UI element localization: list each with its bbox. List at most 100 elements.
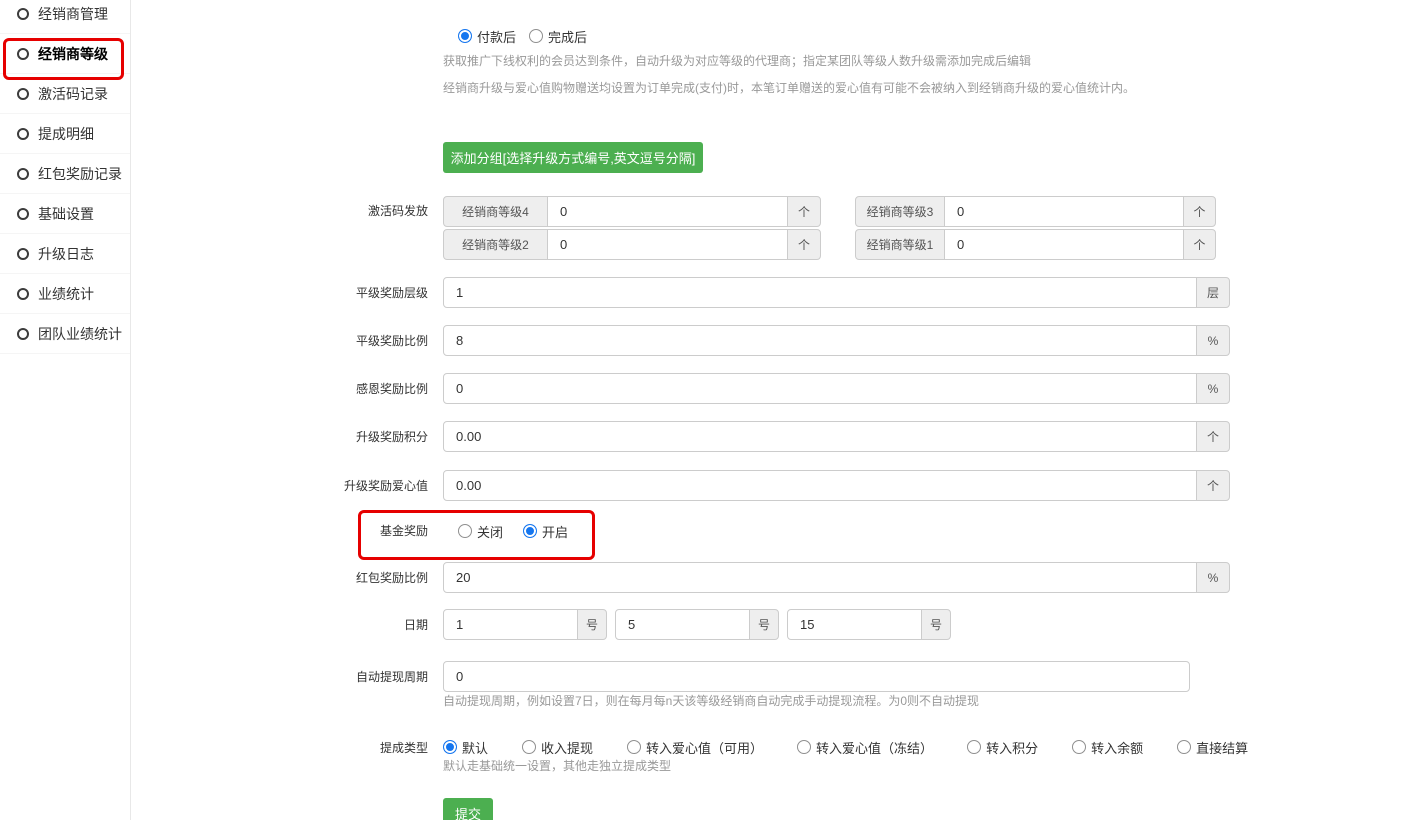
input-suffix-day: 号 [921, 609, 951, 640]
activation-group-level4: 经销商等级4 个 [443, 196, 821, 227]
circle-icon [17, 8, 29, 20]
sidebar-item-team-performance-stats[interactable]: 团队业绩统计 [0, 314, 130, 354]
radio-option-off[interactable]: 关闭 [458, 522, 503, 541]
radio-label: 转入余额 [1091, 738, 1143, 757]
radio-unchecked-icon[interactable] [627, 740, 641, 754]
sidebar-item-dealer-management[interactable]: 经销商管理 [0, 0, 130, 34]
sidebar-item-label: 红包奖励记录 [38, 164, 122, 184]
screen: 经销商管理 经销商等级 激活码记录 提成明细 红包奖励记录 基础设置 升级日志 [0, 0, 1402, 820]
field-label: 平级奖励比例 [300, 334, 428, 348]
input-suffix-day: 号 [749, 609, 779, 640]
fund-reward-radio-group: 关闭 开启 [458, 523, 568, 539]
field-label: 升级奖励积分 [300, 430, 428, 444]
date-group-3: 号 [787, 609, 951, 640]
activation-level2-input[interactable] [547, 229, 788, 260]
field-upgrade-reward-love-value: 个 [443, 470, 1230, 501]
radio-unchecked-icon[interactable] [458, 524, 472, 538]
radio-option-to-points[interactable]: 转入积分 [967, 738, 1038, 757]
sidebar-item-basic-settings[interactable]: 基础设置 [0, 194, 130, 234]
sidebar-item-dealer-level[interactable]: 经销商等级 [0, 34, 130, 74]
commission-type-label: 提成类型 [300, 741, 428, 755]
input-suffix-unit: 个 [1183, 229, 1216, 260]
radio-unchecked-icon[interactable] [1072, 740, 1086, 754]
input-suffix-unit: 层 [1196, 277, 1230, 308]
activation-group-level3: 经销商等级3 个 [855, 196, 1216, 227]
radio-option-income-withdraw[interactable]: 收入提现 [522, 738, 593, 757]
radio-option-on[interactable]: 开启 [523, 522, 568, 541]
radio-label: 付款后 [477, 27, 516, 46]
date-input-1[interactable] [443, 609, 578, 640]
radio-label: 收入提现 [541, 738, 593, 757]
input-prepend-label: 经销商等级4 [443, 196, 548, 227]
radio-checked-icon[interactable] [523, 524, 537, 538]
input-prepend-label: 经销商等级2 [443, 229, 548, 260]
radio-unchecked-icon[interactable] [797, 740, 811, 754]
activation-level4-input[interactable] [547, 196, 788, 227]
sidebar-item-label: 基础设置 [38, 204, 94, 224]
radio-checked-icon[interactable] [458, 29, 472, 43]
commission-type-help: 默认走基础统一设置，其他走独立提成类型 [443, 759, 671, 773]
radio-option-after-payment[interactable]: 付款后 [458, 27, 516, 46]
input-suffix-percent: % [1196, 373, 1230, 404]
date-input-3[interactable] [787, 609, 922, 640]
activation-group-level1: 经销商等级1 个 [855, 229, 1216, 260]
input-prepend-label: 经销商等级3 [855, 196, 945, 227]
radio-unchecked-icon[interactable] [529, 29, 543, 43]
gratitude-reward-ratio-input[interactable] [443, 373, 1197, 404]
radio-label: 开启 [542, 522, 568, 541]
activation-level3-input[interactable] [944, 196, 1184, 227]
auto-withdraw-input[interactable] [443, 661, 1190, 692]
upgrade-reward-points-input[interactable] [443, 421, 1197, 452]
date-label: 日期 [300, 618, 428, 632]
field-upgrade-reward-points: 个 [443, 421, 1230, 452]
radio-unchecked-icon[interactable] [522, 740, 536, 754]
radio-unchecked-icon[interactable] [967, 740, 981, 754]
radio-label: 完成后 [548, 27, 587, 46]
radio-checked-icon[interactable] [443, 740, 457, 754]
radio-option-after-completion[interactable]: 完成后 [529, 27, 587, 46]
circle-icon [17, 48, 29, 60]
sidebar-item-redpacket-reward-records[interactable]: 红包奖励记录 [0, 154, 130, 194]
sidebar: 经销商管理 经销商等级 激活码记录 提成明细 红包奖励记录 基础设置 升级日志 [0, 0, 131, 820]
add-group-button[interactable]: 添加分组[选择升级方式编号,英文逗号分隔] [443, 142, 703, 173]
radio-unchecked-icon[interactable] [1177, 740, 1191, 754]
circle-icon [17, 288, 29, 300]
sidebar-item-activation-code-records[interactable]: 激活码记录 [0, 74, 130, 114]
radio-option-love-value-frozen[interactable]: 转入爱心值（冻结） [797, 738, 933, 757]
input-suffix-percent: % [1196, 562, 1230, 593]
radio-option-direct-settlement[interactable]: 直接结算 [1177, 738, 1248, 757]
radio-label: 转入积分 [986, 738, 1038, 757]
sidebar-item-label: 团队业绩统计 [38, 324, 122, 344]
field-peer-reward-ratio: % [443, 325, 1230, 356]
redpacket-reward-ratio-input[interactable] [443, 562, 1197, 593]
sidebar-item-label: 经销商等级 [38, 44, 108, 64]
field-label: 升级奖励爱心值 [300, 479, 428, 493]
circle-icon [17, 168, 29, 180]
radio-option-default[interactable]: 默认 [443, 738, 488, 757]
date-input-2[interactable] [615, 609, 750, 640]
input-suffix-unit: 个 [787, 196, 821, 227]
sidebar-item-commission-detail[interactable]: 提成明细 [0, 114, 130, 154]
circle-icon [17, 248, 29, 260]
upgrade-reward-love-value-input[interactable] [443, 470, 1197, 501]
input-suffix-percent: % [1196, 325, 1230, 356]
radio-option-love-value-available[interactable]: 转入爱心值（可用） [627, 738, 763, 757]
circle-icon [17, 128, 29, 140]
circle-icon [17, 88, 29, 100]
radio-option-to-balance[interactable]: 转入余额 [1072, 738, 1143, 757]
input-suffix-unit: 个 [1196, 470, 1230, 501]
activation-level1-input[interactable] [944, 229, 1184, 260]
sidebar-item-upgrade-log[interactable]: 升级日志 [0, 234, 130, 274]
radio-label: 转入爱心值（可用） [646, 738, 763, 757]
commission-type-radio-group: 默认 收入提现 转入爱心值（可用） 转入爱心值（冻结） 转入积分 转入余额 直接… [443, 738, 1248, 756]
input-suffix-unit: 个 [1196, 421, 1230, 452]
field-label: 感恩奖励比例 [300, 382, 428, 396]
radio-label: 关闭 [477, 522, 503, 541]
peer-reward-ratio-input[interactable] [443, 325, 1197, 356]
sidebar-item-performance-stats[interactable]: 业绩统计 [0, 274, 130, 314]
field-peer-reward-layers: 层 [443, 277, 1230, 308]
peer-reward-layers-input[interactable] [443, 277, 1197, 308]
circle-icon [17, 208, 29, 220]
submit-button[interactable]: 提交 [443, 798, 493, 820]
sidebar-item-label: 业绩统计 [38, 284, 94, 304]
